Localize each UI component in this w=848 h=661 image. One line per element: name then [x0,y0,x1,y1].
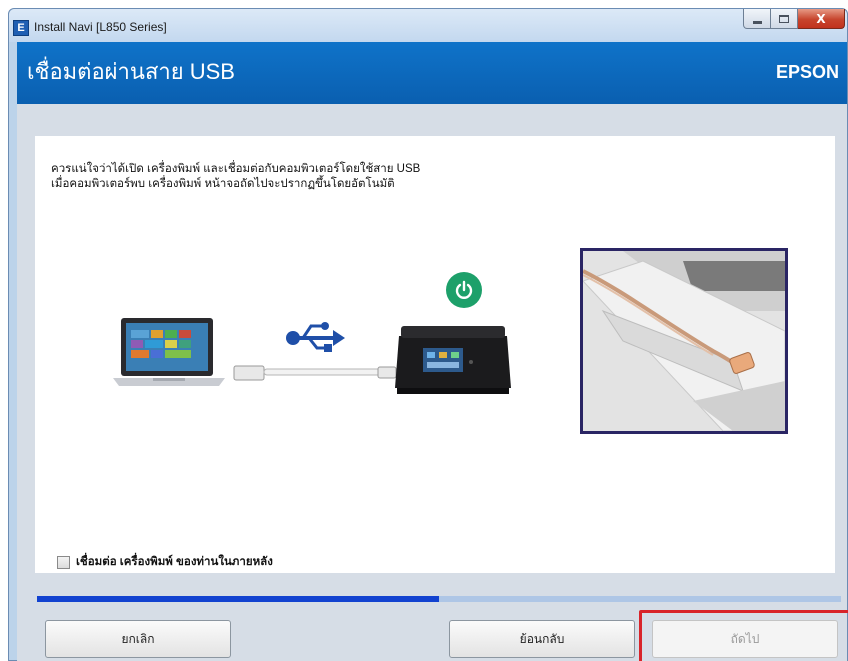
usb-port-photo [580,248,788,434]
instruction-line-1: ควรแน่ใจว่าได้เปิด เครื่องพิมพ์ และเชื่อ… [51,163,421,175]
minimize-button[interactable] [743,9,771,29]
close-icon: X [816,11,826,26]
laptop-illustration [113,318,225,386]
next-button-highlight [639,610,848,661]
maximize-button[interactable] [771,9,798,29]
minimize-icon [752,20,762,24]
page-title: เชื่อมต่อผ่านสาย USB [27,59,235,84]
app-icon: E [13,20,29,36]
back-button[interactable]: ย้อนกลับ [449,620,635,658]
connect-later-checkbox[interactable] [57,555,70,569]
instruction-text: ควรแน่ใจว่าได้เปิด เครื่องพิมพ์ และเชื่อ… [51,162,651,192]
window-title: Install Navi [L850 Series] [34,20,167,34]
maximize-icon [779,14,789,23]
power-icon [455,280,473,299]
window-controls: X [743,9,845,29]
title-bar[interactable]: E Install Navi [L850 Series] X [9,9,847,42]
printer-illustration [395,326,511,394]
cancel-button[interactable]: ยกเลิก [45,620,231,658]
content-panel: ควรแน่ใจว่าได้เปิด เครื่องพิมพ์ และเชื่อ… [35,136,835,573]
header-band: เชื่อมต่อผ่านสาย USB EPSON [17,42,847,104]
power-badge [446,272,482,308]
client-area: เชื่อมต่อผ่านสาย USB EPSON ควรแน่ใจว่าได… [17,42,848,661]
connect-later-label: เชื่อมต่อ เครื่องพิมพ์ ของท่านในภายหลัง [76,556,273,568]
connect-later-option[interactable]: เชื่อมต่อ เครื่องพิมพ์ ของท่านในภายหลัง [57,553,273,571]
installer-window: E Install Navi [L850 Series] X เชื่อมต่อ… [8,8,848,661]
epson-logo: EPSON [775,62,839,82]
progress-fill [37,596,439,602]
usb-port-illustration [583,251,785,431]
usb-cable [233,365,397,381]
instruction-line-2: เมื่อคอมพิวเตอร์พบ เครื่องพิมพ์ หน้าจอถั… [51,178,395,190]
usb-icon [286,322,345,352]
progress-bar [37,596,841,602]
close-button[interactable]: X [798,9,845,29]
